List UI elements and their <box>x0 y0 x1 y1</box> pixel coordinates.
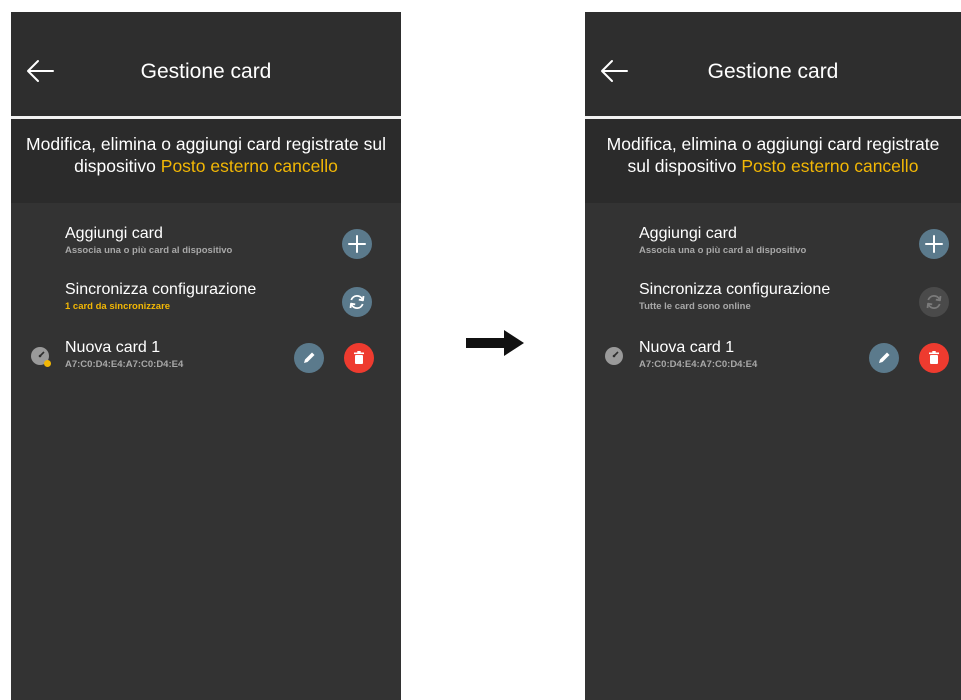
intro-text: Modifica, elimina o aggiungi card regist… <box>585 119 961 203</box>
intro-text: Modifica, elimina o aggiungi card regist… <box>11 119 401 203</box>
card-reader-icon <box>605 347 623 365</box>
add-card-subtitle: Associa una o più card al dispositivo <box>639 245 807 256</box>
sync-pending-dot <box>44 360 51 367</box>
sync-title: Sincronizza configurazione <box>639 281 831 298</box>
right-arrow-icon <box>466 330 524 356</box>
list-item-add-card[interactable]: Aggiungi card Associa una o più card al … <box>11 219 401 267</box>
sync-status: Tutte le card sono online <box>639 301 751 312</box>
add-card-button[interactable] <box>342 229 372 259</box>
card-list: Aggiungi card Associa una o più card al … <box>585 203 961 700</box>
trash-icon <box>354 351 364 364</box>
screen-after: Gestione card Modifica, elimina o aggiun… <box>585 12 961 700</box>
card-name: Nuova card 1 <box>65 339 161 356</box>
add-card-title: Aggiungi card <box>639 225 737 242</box>
delete-card-button[interactable] <box>344 343 374 373</box>
card-name: Nuova card 1 <box>639 339 735 356</box>
delete-card-button[interactable] <box>919 343 949 373</box>
app-bar: Gestione card <box>585 12 961 119</box>
plus-icon <box>348 235 366 253</box>
card-list: Aggiungi card Associa una o più card al … <box>11 203 401 700</box>
sync-title: Sincronizza configurazione <box>65 281 257 298</box>
screen-before: Gestione card Modifica, elimina o aggiun… <box>11 12 401 700</box>
edit-card-button[interactable] <box>294 343 324 373</box>
list-item-sync[interactable]: Sincronizza configurazione 1 card da sin… <box>11 275 401 323</box>
card-code: A7:C0:D4:E4:A7:C0:D4:E4 <box>65 359 184 370</box>
list-item-add-card[interactable]: Aggiungi card Associa una o più card al … <box>585 219 961 267</box>
app-bar: Gestione card <box>11 12 401 119</box>
device-name: Posto esterno cancello <box>741 156 919 176</box>
refresh-icon <box>926 294 942 310</box>
list-item-card[interactable]: Nuova card 1 A7:C0:D4:E4:A7:C0:D4:E4 <box>11 333 401 381</box>
page-title: Gestione card <box>140 60 272 83</box>
pencil-icon <box>879 352 890 363</box>
trash-icon <box>929 351 939 364</box>
sync-button[interactable] <box>342 287 372 317</box>
card-code: A7:C0:D4:E4:A7:C0:D4:E4 <box>639 359 758 370</box>
add-card-button[interactable] <box>919 229 949 259</box>
refresh-icon <box>349 294 365 310</box>
sync-status: 1 card da sincronizzare <box>65 301 171 312</box>
sync-button-disabled <box>919 287 949 317</box>
pencil-icon <box>304 352 315 363</box>
add-card-title: Aggiungi card <box>65 225 163 242</box>
device-name: Posto esterno cancello <box>160 156 338 176</box>
edit-card-button[interactable] <box>869 343 899 373</box>
plus-icon <box>925 235 943 253</box>
list-item-card[interactable]: Nuova card 1 A7:C0:D4:E4:A7:C0:D4:E4 <box>585 333 961 381</box>
list-item-sync[interactable]: Sincronizza configurazione Tutte le card… <box>585 275 961 323</box>
page-title: Gestione card <box>707 60 839 83</box>
add-card-subtitle: Associa una o più card al dispositivo <box>65 245 233 256</box>
